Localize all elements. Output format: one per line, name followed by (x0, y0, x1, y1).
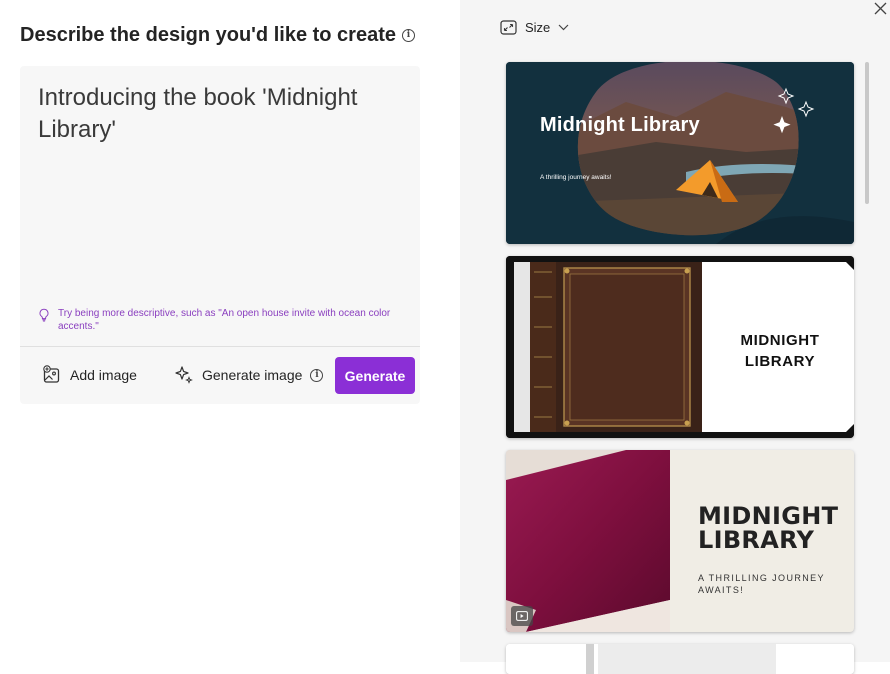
prompt-panel: Describe the design you'd like to create… (0, 0, 460, 662)
close-icon[interactable] (872, 1, 888, 17)
lightbulb-icon (39, 308, 49, 322)
info-icon[interactable]: i (310, 368, 324, 382)
design-subtitle-line: AWAITS! (698, 585, 745, 595)
design-card[interactable]: Midnight Library A thrilling journey awa… (506, 62, 854, 244)
design-title: Midnight Library (540, 114, 700, 136)
design-subtitle: A THRILLING JOURNEY AWAITS! (698, 572, 838, 596)
red-book-photo (506, 450, 670, 632)
generate-button[interactable]: Generate (335, 357, 415, 394)
design-card[interactable] (506, 644, 854, 674)
design-title: MIDNIGHT LIBRARY (698, 504, 838, 552)
design-title: MIDNIGHT LIBRARY (716, 330, 844, 372)
resize-icon (500, 20, 517, 35)
sparkle-icon (175, 366, 193, 384)
prompt-actions: Add image Generate image i Generate (20, 347, 420, 404)
add-image-icon (43, 365, 60, 383)
info-icon[interactable]: i (402, 29, 415, 42)
video-icon (511, 606, 533, 626)
chevron-down-icon (558, 24, 569, 31)
add-image-button[interactable]: Add image (42, 365, 137, 385)
prompt-box: Introducing the book 'Midnight Library' … (20, 66, 420, 404)
page-title: Describe the design you'd like to create… (20, 24, 415, 47)
page-title-text: Describe the design you'd like to create (20, 24, 396, 46)
landscape-photo (506, 62, 854, 244)
hint-text: Try being more descriptive, such as "An … (38, 307, 402, 333)
design-title-line: MIDNIGHT (698, 502, 839, 530)
generate-image-label: Generate image (202, 367, 303, 383)
design-card[interactable]: MIDNIGHT LIBRARY A THRILLING JOURNEY AWA… (506, 450, 854, 632)
designs-panel: Size Midnight Library A thrilling journe… (460, 0, 890, 674)
generate-image-button[interactable]: Generate image i (174, 365, 324, 385)
size-label: Size (525, 20, 551, 35)
scrollbar-thumb[interactable] (865, 62, 869, 204)
design-card[interactable]: MIDNIGHT LIBRARY (506, 256, 854, 438)
design-title-line: LIBRARY (744, 353, 816, 370)
design-subtitle-line: A THRILLING JOURNEY (698, 573, 825, 583)
design-subtitle: A thrilling journey awaits! (540, 174, 612, 181)
add-image-label: Add image (70, 367, 137, 383)
hint-label: Try being more descriptive, such as "An … (58, 308, 391, 332)
design-title-line: MIDNIGHT (740, 332, 820, 349)
prompt-input[interactable]: Introducing the book 'Midnight Library' (38, 82, 398, 146)
size-dropdown[interactable]: Size (500, 20, 569, 35)
design-title-line: LIBRARY (698, 526, 815, 554)
design-preview (506, 644, 854, 674)
